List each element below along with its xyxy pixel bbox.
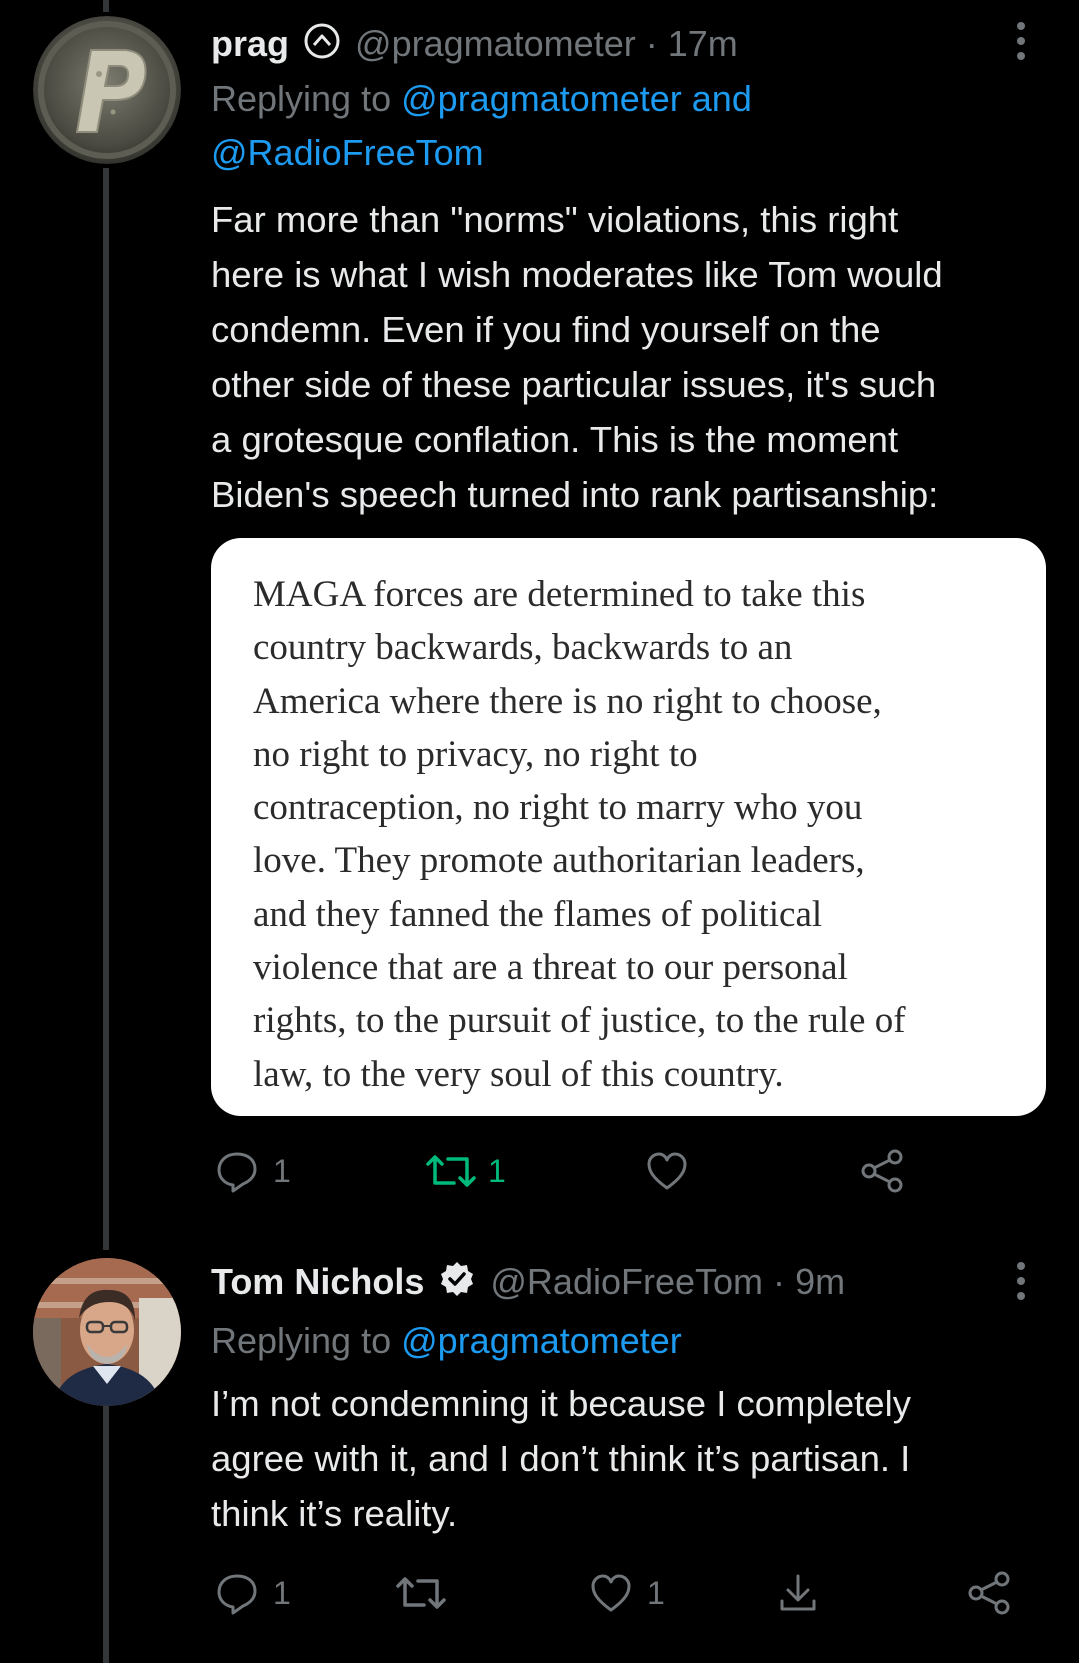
more-options-icon[interactable] <box>1012 22 1030 67</box>
separator: · <box>645 23 658 64</box>
replying-link[interactable]: @pragmatometer <box>401 1320 682 1361</box>
avatar[interactable] <box>33 16 181 164</box>
text-line: here is what I wish moderates like Tom w… <box>211 254 943 295</box>
timestamp[interactable]: 9m <box>795 1261 845 1302</box>
like-count: 1 <box>647 1574 665 1611</box>
handle[interactable]: @pragmatometer <box>355 23 636 64</box>
quote-line: love. They promote authoritarian leaders… <box>253 840 865 882</box>
reply-button[interactable]: 1 <box>215 1568 291 1618</box>
replying-link[interactable]: @RadioFreeTom <box>211 132 484 173</box>
verified-badge-icon <box>438 1260 476 1308</box>
handle[interactable]: @RadioFreeTom <box>490 1261 763 1302</box>
quote-line: contraception, no right to marry who you <box>253 787 863 829</box>
heart-icon <box>589 1571 633 1615</box>
text-line: think it’s reality. <box>211 1493 458 1534</box>
replying-to: Replying to @pragmatometer <box>211 1314 682 1368</box>
share-button[interactable] <box>966 1568 1012 1618</box>
timestamp[interactable]: 17m <box>668 23 738 64</box>
retweet-button[interactable] <box>394 1568 448 1618</box>
tweet-header: prag @pragmatometer · 17m <box>211 22 738 70</box>
attached-image[interactable]: MAGA forces are determined to take this … <box>211 538 1046 1116</box>
text-line: agree with it, and I don’t think it’s pa… <box>211 1438 911 1479</box>
share-icon <box>859 1148 905 1194</box>
text-line: a grotesque conflation. This is the mome… <box>211 419 899 460</box>
quote-line: rights, to the pursuit of justice, to th… <box>253 1000 906 1042</box>
display-name[interactable]: prag <box>211 23 289 64</box>
retweet-icon <box>424 1149 478 1193</box>
quote-line: country backwards, backwards to an <box>253 627 793 669</box>
thread-line-bottom <box>103 1406 109 1663</box>
text-line: other side of these particular issues, i… <box>211 364 937 405</box>
thread-line-top <box>103 0 109 12</box>
reply-icon <box>215 1571 259 1615</box>
replying-prefix: Replying to <box>211 1320 392 1361</box>
download-button[interactable] <box>776 1568 820 1618</box>
display-name[interactable]: Tom Nichols <box>211 1261 424 1302</box>
quote-line: and they fanned the flames of political <box>253 893 823 935</box>
replying-prefix: Replying to <box>211 78 392 119</box>
heart-icon <box>645 1149 689 1193</box>
tweet-text: Far more than "norms" violations, this r… <box>211 192 1051 522</box>
reply-count: 1 <box>273 1574 291 1611</box>
tweet-text: I’m not condemning it because I complete… <box>211 1376 1051 1541</box>
circle-chevron-up-icon <box>303 22 341 70</box>
like-button[interactable]: 1 <box>589 1568 665 1618</box>
retweet-count: 1 <box>488 1152 506 1189</box>
reply-count: 1 <box>273 1152 291 1189</box>
text-line: Far more than "norms" violations, this r… <box>211 199 899 240</box>
share-button[interactable] <box>859 1146 905 1196</box>
tweet-header: Tom Nichols @RadioFreeTom · 9m <box>211 1260 845 1308</box>
quote-line: no right to privacy, no right to <box>253 733 698 775</box>
separator: · <box>773 1261 786 1302</box>
replying-link[interactable]: @pragmatometer and <box>401 78 752 119</box>
reply-button[interactable]: 1 <box>215 1146 291 1196</box>
replying-to: Replying to @pragmatometer and @RadioFre… <box>211 72 752 180</box>
retweet-icon <box>394 1571 448 1615</box>
share-icon <box>966 1570 1012 1616</box>
text-line: I’m not condemning it because I complete… <box>211 1383 911 1424</box>
image-quote-text: MAGA forces are determined to take this … <box>253 568 1010 1101</box>
like-button[interactable] <box>645 1146 689 1196</box>
quote-line: America where there is no right to choos… <box>253 680 882 722</box>
download-icon <box>776 1571 820 1615</box>
more-options-icon[interactable] <box>1012 1262 1030 1307</box>
quote-line: MAGA forces are determined to take this <box>253 574 866 615</box>
reply-icon <box>215 1149 259 1193</box>
thread-line-middle <box>103 168 109 1250</box>
avatar[interactable] <box>33 1258 181 1406</box>
text-line: condemn. Even if you find yourself on th… <box>211 309 881 350</box>
text-line: Biden's speech turned into rank partisan… <box>211 474 939 515</box>
retweet-button[interactable]: 1 <box>424 1146 506 1196</box>
quote-line: violence that are a threat to our person… <box>253 947 848 989</box>
quote-line: law, to the very soul of this country. <box>253 1053 784 1095</box>
